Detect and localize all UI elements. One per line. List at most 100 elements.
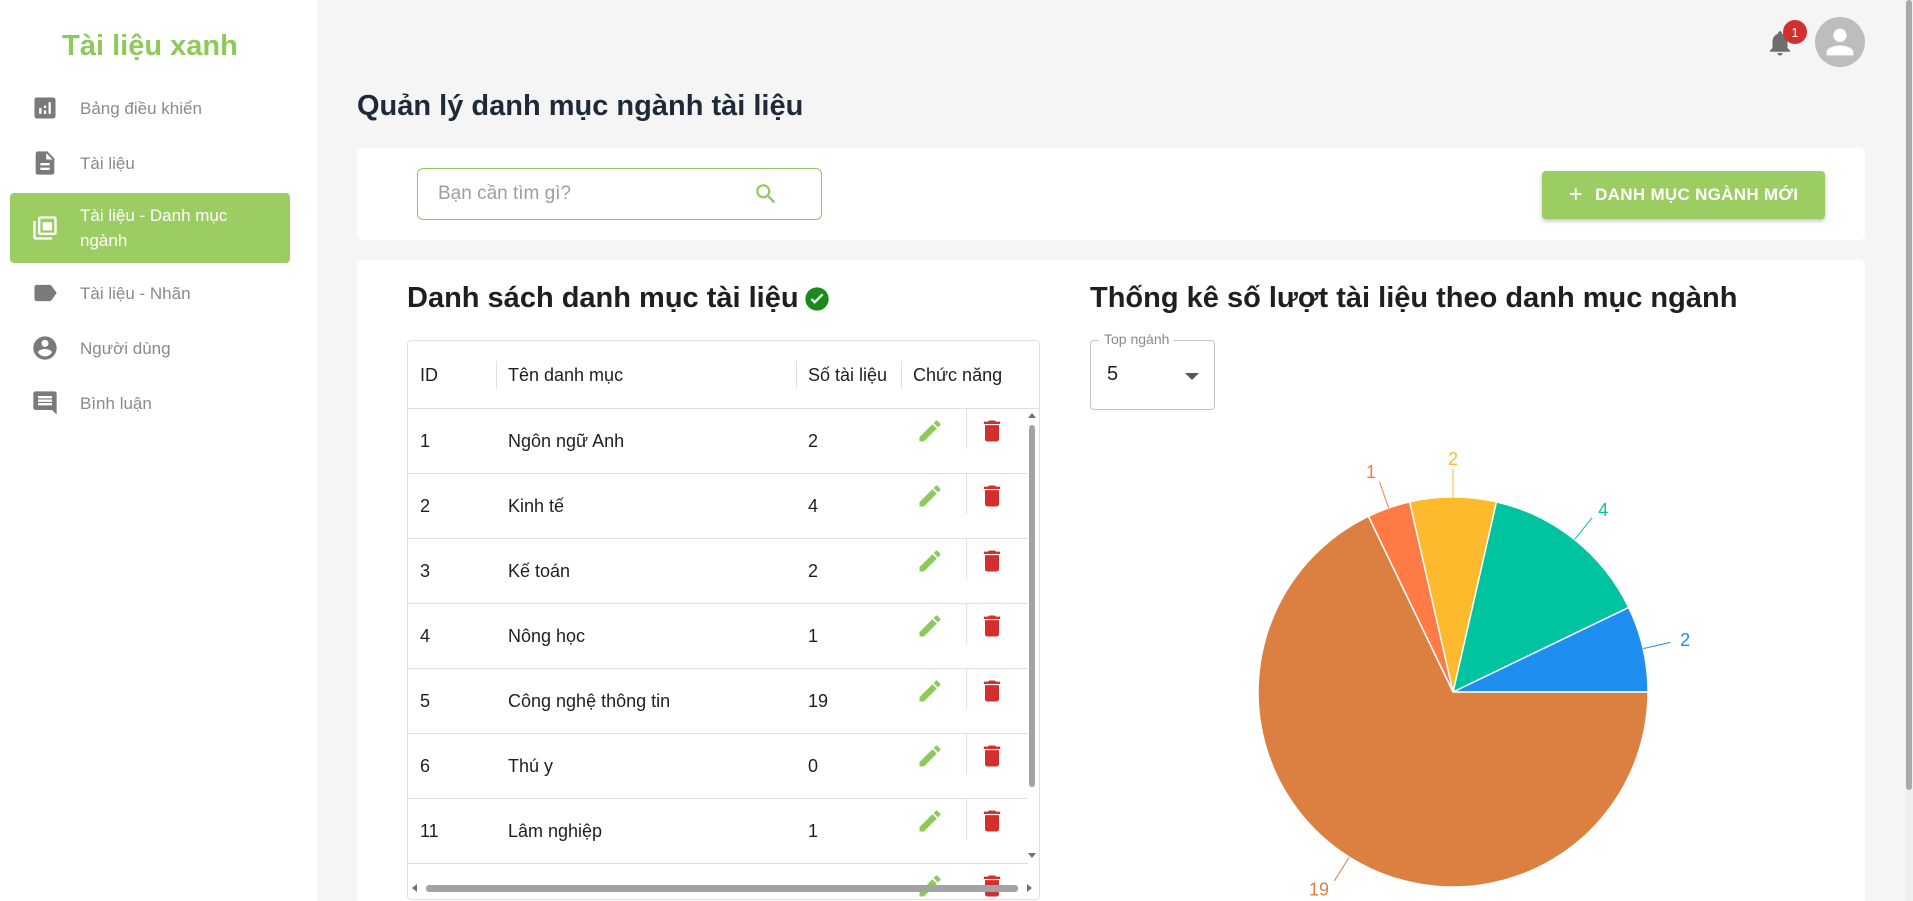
comment-icon — [30, 388, 60, 418]
page-scrollbar[interactable] — [1905, 0, 1913, 901]
dashboard-chart-icon — [30, 93, 60, 123]
cell-name: Nông học — [508, 626, 586, 646]
scroll-left-arrow-icon[interactable] — [412, 884, 417, 892]
column-separator[interactable] — [796, 361, 797, 389]
cell-name: Kế toán — [508, 561, 571, 581]
page-scrollbar-thumb[interactable] — [1906, 0, 1912, 790]
delete-trash-icon[interactable] — [978, 547, 1008, 577]
person-icon — [1826, 28, 1854, 56]
stats-title: Thống kê số lượt tài liệu theo danh mục … — [1090, 282, 1738, 314]
delete-trash-icon[interactable] — [978, 417, 1008, 447]
pie-data-label: 2 — [1680, 630, 1690, 650]
top-categories-select[interactable]: Top ngành 5 — [1090, 331, 1215, 410]
category-table: ID Tên danh mục Số tài liệu Chức năng 1 … — [407, 340, 1040, 900]
table-row[interactable]: 2 Kinh tế 4 — [408, 474, 1028, 539]
cell-count: 0 — [808, 756, 819, 776]
column-header-actions[interactable]: Chức năng — [913, 341, 1002, 409]
sidebar-item-document-labels[interactable]: Tài liệu - Nhãn — [10, 267, 290, 319]
cell-id: 1 — [420, 431, 431, 451]
user-avatar[interactable] — [1815, 17, 1865, 67]
account-circle-icon — [30, 333, 60, 363]
table-vertical-scrollbar-thumb[interactable] — [1029, 425, 1035, 787]
edit-pencil-icon[interactable] — [916, 677, 946, 707]
sidebar-item-documents[interactable]: Tài liệu — [10, 137, 290, 189]
table-row[interactable]: 3 Kế toán 2 — [408, 539, 1028, 604]
pie-data-label: 2 — [1448, 449, 1458, 469]
pie-label-line — [1378, 481, 1390, 509]
brand-logo-text[interactable]: Tài liệu xanh — [0, 30, 300, 63]
table-row[interactable]: 11 Lâm nghiệp 1 — [408, 799, 1028, 864]
table-horizontal-scrollbar[interactable] — [408, 881, 1039, 895]
cell-id: 5 — [420, 691, 431, 711]
cell-name: Kinh tế — [508, 496, 565, 516]
table-horizontal-scrollbar-thumb[interactable] — [426, 885, 1018, 892]
table-row[interactable]: 5 Công nghệ thông tin 19 — [408, 669, 1028, 734]
column-header-count[interactable]: Số tài liệu — [808, 341, 887, 409]
cell-id: 3 — [420, 561, 431, 581]
page-title: Quản lý danh mục ngành tài liệu — [357, 90, 804, 122]
table-vertical-scrollbar[interactable] — [1026, 411, 1039, 861]
search-box[interactable] — [417, 168, 822, 220]
pie-label-line — [1333, 856, 1350, 882]
sidebar-item-label: Người dùng — [80, 338, 171, 358]
document-icon — [30, 148, 60, 178]
delete-trash-icon[interactable] — [978, 612, 1008, 642]
column-separator[interactable] — [901, 361, 902, 389]
table-row[interactable]: 4 Nông học 1 — [408, 604, 1028, 669]
cell-id: 4 — [420, 626, 431, 646]
cell-id: 2 — [420, 496, 431, 516]
column-header-name[interactable]: Tên danh mục — [508, 341, 623, 409]
cell-count: 1 — [808, 626, 819, 646]
check-circle-icon — [803, 285, 831, 313]
scroll-down-arrow-icon[interactable] — [1028, 853, 1036, 858]
scroll-up-arrow-icon[interactable] — [1028, 413, 1036, 418]
column-separator[interactable] — [496, 361, 497, 389]
edit-pencil-icon[interactable] — [916, 807, 946, 837]
cell-count: 2 — [808, 561, 819, 581]
action-separator — [966, 604, 967, 644]
search-input[interactable] — [438, 183, 748, 205]
edit-pencil-icon[interactable] — [916, 742, 946, 772]
edit-pencil-icon[interactable] — [916, 417, 946, 447]
action-separator — [966, 409, 967, 449]
scroll-right-arrow-icon[interactable] — [1027, 884, 1032, 892]
pie-data-label: 1 — [1366, 462, 1376, 482]
sidebar: Tài liệu xanh Bảng điều khiển Tài liệu T… — [0, 0, 317, 901]
table-row[interactable]: 6 Thú y 0 — [408, 734, 1028, 799]
chevron-down-icon — [1185, 373, 1199, 380]
delete-trash-icon[interactable] — [978, 677, 1008, 707]
list-title: Danh sách danh mục tài liệu — [407, 282, 831, 315]
cell-name: Thú y — [508, 756, 554, 776]
sidebar-item-label: Tài liệu - Danh mục ngành — [80, 206, 228, 250]
pie-data-label: 19 — [1309, 879, 1329, 899]
pie-label-line — [1642, 641, 1671, 650]
search-icon[interactable] — [753, 181, 779, 207]
cell-id: 6 — [420, 756, 431, 776]
table-header: ID Tên danh mục Số tài liệu Chức năng — [408, 341, 1039, 409]
sidebar-item-document-categories[interactable]: Tài liệu - Danh mục ngành — [10, 193, 290, 263]
sidebar-item-users[interactable]: Người dùng — [10, 322, 290, 374]
cell-name: Lâm nghiệp — [508, 821, 603, 841]
column-header-id[interactable]: ID — [420, 341, 438, 409]
cell-count: 4 — [808, 496, 819, 516]
library-copy-icon — [30, 213, 60, 243]
edit-pencil-icon[interactable] — [916, 547, 946, 577]
edit-pencil-icon[interactable] — [916, 612, 946, 642]
delete-trash-icon[interactable] — [978, 807, 1008, 837]
sidebar-item-comments[interactable]: Bình luận — [10, 377, 290, 429]
table-row[interactable]: 1 Ngôn ngữ Anh 2 — [408, 409, 1028, 474]
sidebar-item-label: Bình luận — [80, 393, 152, 413]
cell-name: Công nghệ thông tin — [508, 691, 671, 711]
toolbar-card: + DANH MỤC NGÀNH MỚI — [357, 148, 1865, 240]
edit-pencil-icon[interactable] — [916, 482, 946, 512]
cell-id: 11 — [420, 821, 439, 841]
sidebar-item-dashboard[interactable]: Bảng điều khiển — [10, 82, 290, 134]
new-category-button-label: DANH MỤC NGÀNH MỚI — [1595, 185, 1799, 204]
delete-trash-icon[interactable] — [978, 742, 1008, 772]
cell-name: Ngôn ngữ Anh — [508, 431, 625, 451]
action-separator — [966, 734, 967, 774]
cell-count: 19 — [808, 691, 829, 711]
delete-trash-icon[interactable] — [978, 482, 1008, 512]
action-separator — [966, 799, 967, 839]
new-category-button[interactable]: + DANH MỤC NGÀNH MỚI — [1542, 171, 1825, 219]
